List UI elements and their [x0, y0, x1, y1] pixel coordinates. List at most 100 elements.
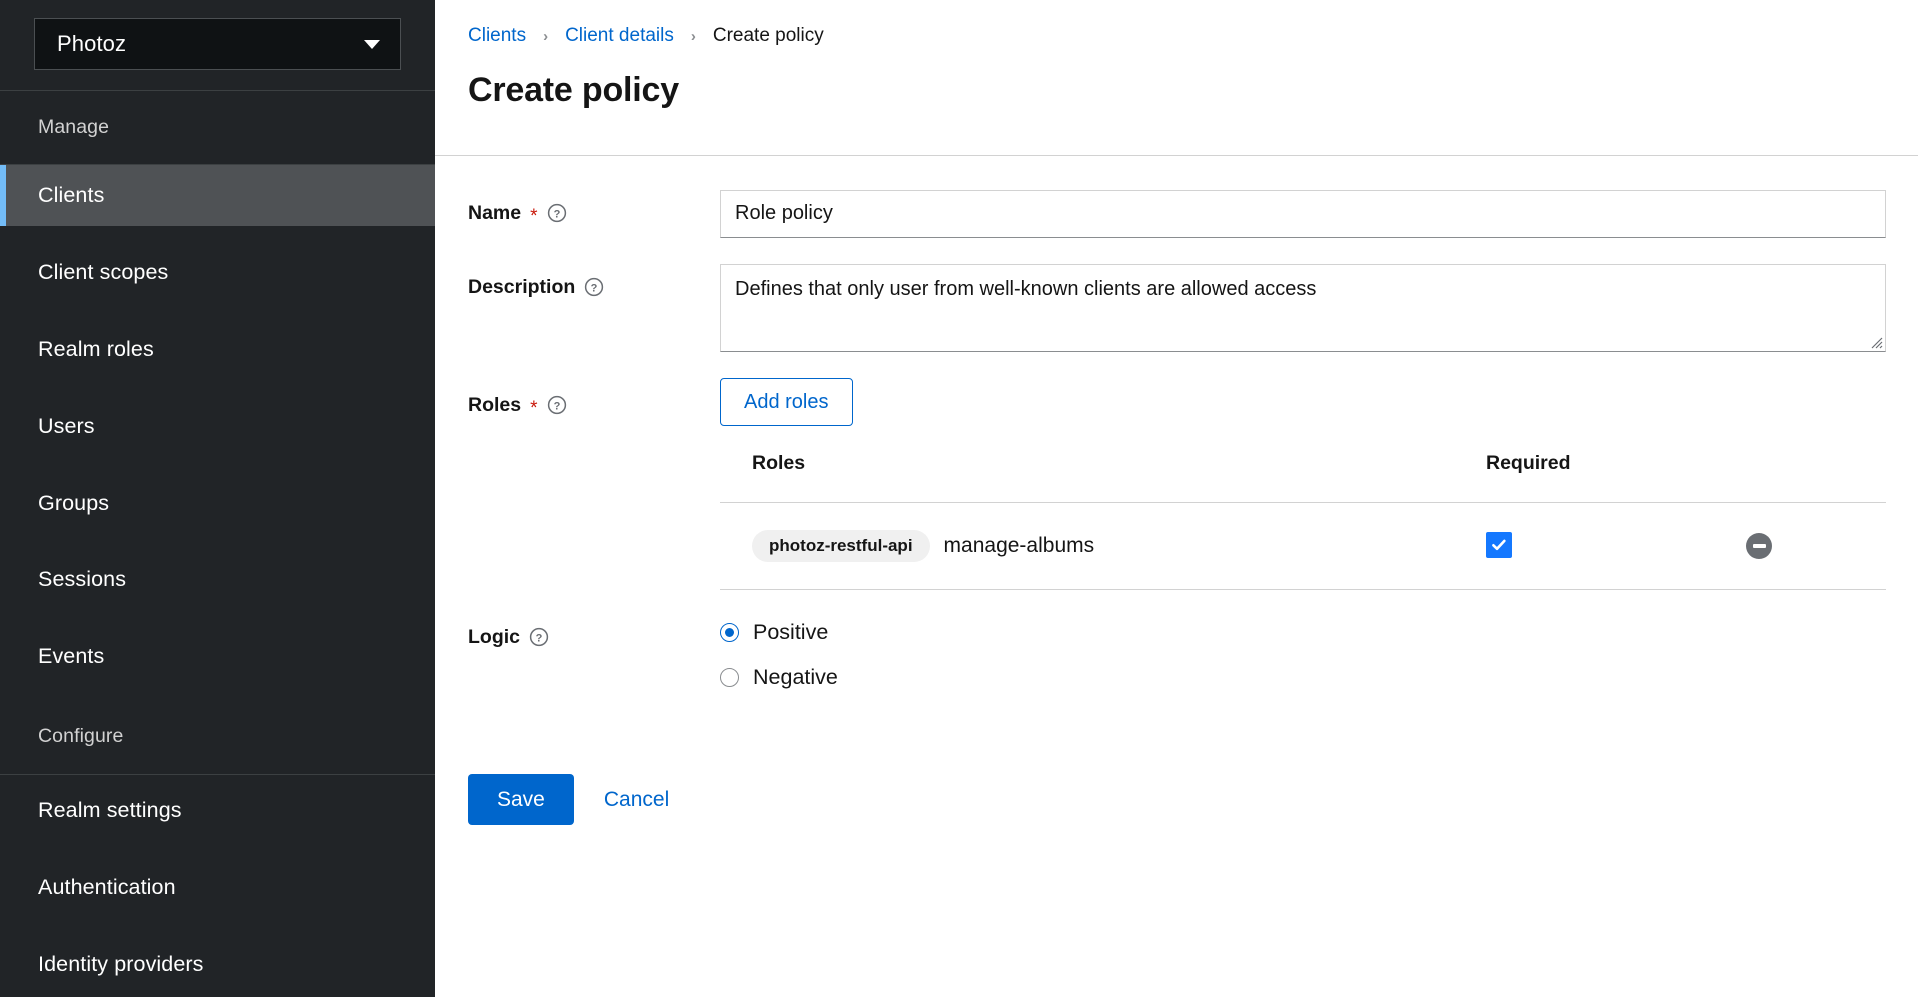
form-actions: Save Cancel	[435, 774, 1918, 825]
form-row-logic: Logic ? Positive Negat	[435, 620, 1918, 710]
role-cell-content: photoz-restful-api manage-albums	[752, 530, 1486, 562]
sidebar-item-label: Identity providers	[38, 952, 204, 976]
roles-table-body: photoz-restful-api manage-albums	[720, 502, 1886, 589]
create-policy-form: Name * ? Description	[435, 156, 1918, 825]
sidebar-item-identity-providers[interactable]: Identity providers	[0, 934, 435, 995]
nav-spacer	[0, 533, 435, 549]
sidebar-item-label: Realm roles	[38, 337, 154, 361]
sidebar-item-label: Users	[38, 414, 95, 438]
description-control: Defines that only user from well-known c…	[720, 264, 1886, 352]
realm-selector-value: Photoz	[57, 31, 126, 57]
sidebar-item-label: Events	[38, 644, 104, 668]
save-button[interactable]: Save	[468, 774, 574, 825]
description-label: Description	[468, 276, 575, 299]
sidebar-item-label: Authentication	[38, 875, 176, 899]
chevron-right-icon: ›	[674, 29, 713, 44]
radio-positive-label: Positive	[753, 620, 828, 645]
sidebar-item-groups[interactable]: Groups	[0, 473, 435, 534]
roles-table: Roles Required photoz-restful-api m	[720, 452, 1886, 590]
sidebar-item-sessions[interactable]: Sessions	[0, 549, 435, 610]
minus-bar	[1753, 544, 1766, 548]
chevron-right-icon: ›	[526, 29, 565, 44]
nav-section-title-configure: Configure	[0, 687, 435, 774]
roles-table-head: Roles Required	[720, 452, 1886, 503]
roles-label: Roles	[468, 394, 521, 417]
realm-selector-wrapper: Photoz	[0, 0, 435, 90]
nav-spacer	[0, 841, 435, 857]
radio-option-positive[interactable]: Positive	[720, 620, 1886, 645]
required-asterisk: *	[530, 207, 537, 226]
breadcrumb-item-client-details[interactable]: Client details	[565, 25, 674, 47]
help-circle-icon[interactable]: ?	[547, 395, 567, 415]
cancel-button[interactable]: Cancel	[586, 774, 687, 825]
help-circle-icon[interactable]: ?	[529, 627, 549, 647]
logic-label: Logic	[468, 626, 520, 649]
name-label: Name	[468, 202, 521, 225]
help-circle-icon[interactable]: ?	[584, 277, 604, 297]
description-label-group: Description ?	[468, 264, 720, 299]
sidebar-item-users[interactable]: Users	[0, 396, 435, 457]
cell-required	[1486, 502, 1746, 589]
roles-control: Add roles Roles Required	[720, 378, 1886, 590]
radio-negative-label: Negative	[753, 665, 838, 690]
radio-option-negative[interactable]: Negative	[720, 665, 1886, 690]
sidebar-item-realm-settings[interactable]: Realm settings	[0, 775, 435, 841]
required-asterisk: *	[530, 399, 537, 418]
sidebar: Photoz Manage Clients Client scopes Real…	[0, 0, 435, 997]
page-header: Clients › Client details › Create policy…	[435, 0, 1918, 156]
sidebar-item-label: Groups	[38, 491, 109, 515]
main-content: Clients › Client details › Create policy…	[435, 0, 1918, 997]
svg-text:?: ?	[591, 283, 598, 295]
table-row: photoz-restful-api manage-albums	[720, 502, 1886, 589]
sidebar-item-authentication[interactable]: Authentication	[0, 857, 435, 918]
name-control	[720, 190, 1886, 238]
breadcrumb: Clients › Client details › Create policy	[468, 25, 1918, 47]
help-circle-icon[interactable]: ?	[547, 203, 567, 223]
sidebar-item-realm-roles[interactable]: Realm roles	[0, 319, 435, 380]
realm-selector[interactable]: Photoz	[34, 18, 401, 70]
add-roles-button[interactable]: Add roles	[720, 378, 853, 426]
nav-spacer	[0, 457, 435, 473]
roles-table-header-row: Roles Required	[720, 452, 1886, 503]
sidebar-item-label: Clients	[38, 183, 104, 207]
nav-spacer	[0, 226, 435, 242]
nav-spacer	[0, 303, 435, 319]
nav-section-title-manage: Manage	[0, 91, 435, 164]
form-row-roles: Roles * ? Add roles Roles	[435, 378, 1918, 590]
sidebar-item-events[interactable]: Events	[0, 626, 435, 687]
name-label-group: Name * ?	[468, 190, 720, 225]
radio-positive-indicator[interactable]	[720, 623, 739, 642]
logic-label-group: Logic ?	[468, 620, 720, 649]
svg-text:?: ?	[553, 209, 560, 221]
cell-remove	[1746, 502, 1886, 589]
sidebar-item-label: Realm settings	[38, 798, 182, 822]
required-checkbox[interactable]	[1486, 532, 1512, 558]
nav-spacer	[0, 380, 435, 396]
description-textarea[interactable]: Defines that only user from well-known c…	[720, 264, 1886, 352]
chevron-down-icon	[364, 40, 380, 49]
column-header-roles: Roles	[720, 452, 1486, 503]
sidebar-item-label: Client scopes	[38, 260, 168, 284]
roles-label-group: Roles * ?	[468, 378, 720, 417]
page-title: Create policy	[468, 71, 1918, 110]
app-root: Photoz Manage Clients Client scopes Real…	[0, 0, 1918, 997]
column-header-action	[1746, 452, 1886, 503]
sidebar-item-clients[interactable]: Clients	[0, 165, 435, 226]
svg-text:?: ?	[553, 401, 560, 413]
nav-spacer	[0, 918, 435, 934]
sidebar-item-client-scopes[interactable]: Client scopes	[0, 242, 435, 303]
client-badge: photoz-restful-api	[752, 530, 930, 562]
name-input[interactable]	[720, 190, 1886, 238]
radio-negative-indicator[interactable]	[720, 668, 739, 687]
breadcrumb-item-create-policy: Create policy	[713, 25, 824, 47]
nav-spacer	[0, 610, 435, 626]
description-textarea-wrap: Defines that only user from well-known c…	[720, 264, 1886, 352]
cell-role: photoz-restful-api manage-albums	[720, 502, 1486, 589]
form-row-name: Name * ?	[435, 190, 1918, 238]
minus-circle-icon[interactable]	[1746, 533, 1772, 559]
form-row-description: Description ? Defines that only user fro…	[435, 264, 1918, 352]
logic-control: Positive Negative	[720, 620, 1886, 710]
sidebar-item-label: Sessions	[38, 567, 126, 591]
column-header-required: Required	[1486, 452, 1746, 503]
breadcrumb-item-clients[interactable]: Clients	[468, 25, 526, 47]
